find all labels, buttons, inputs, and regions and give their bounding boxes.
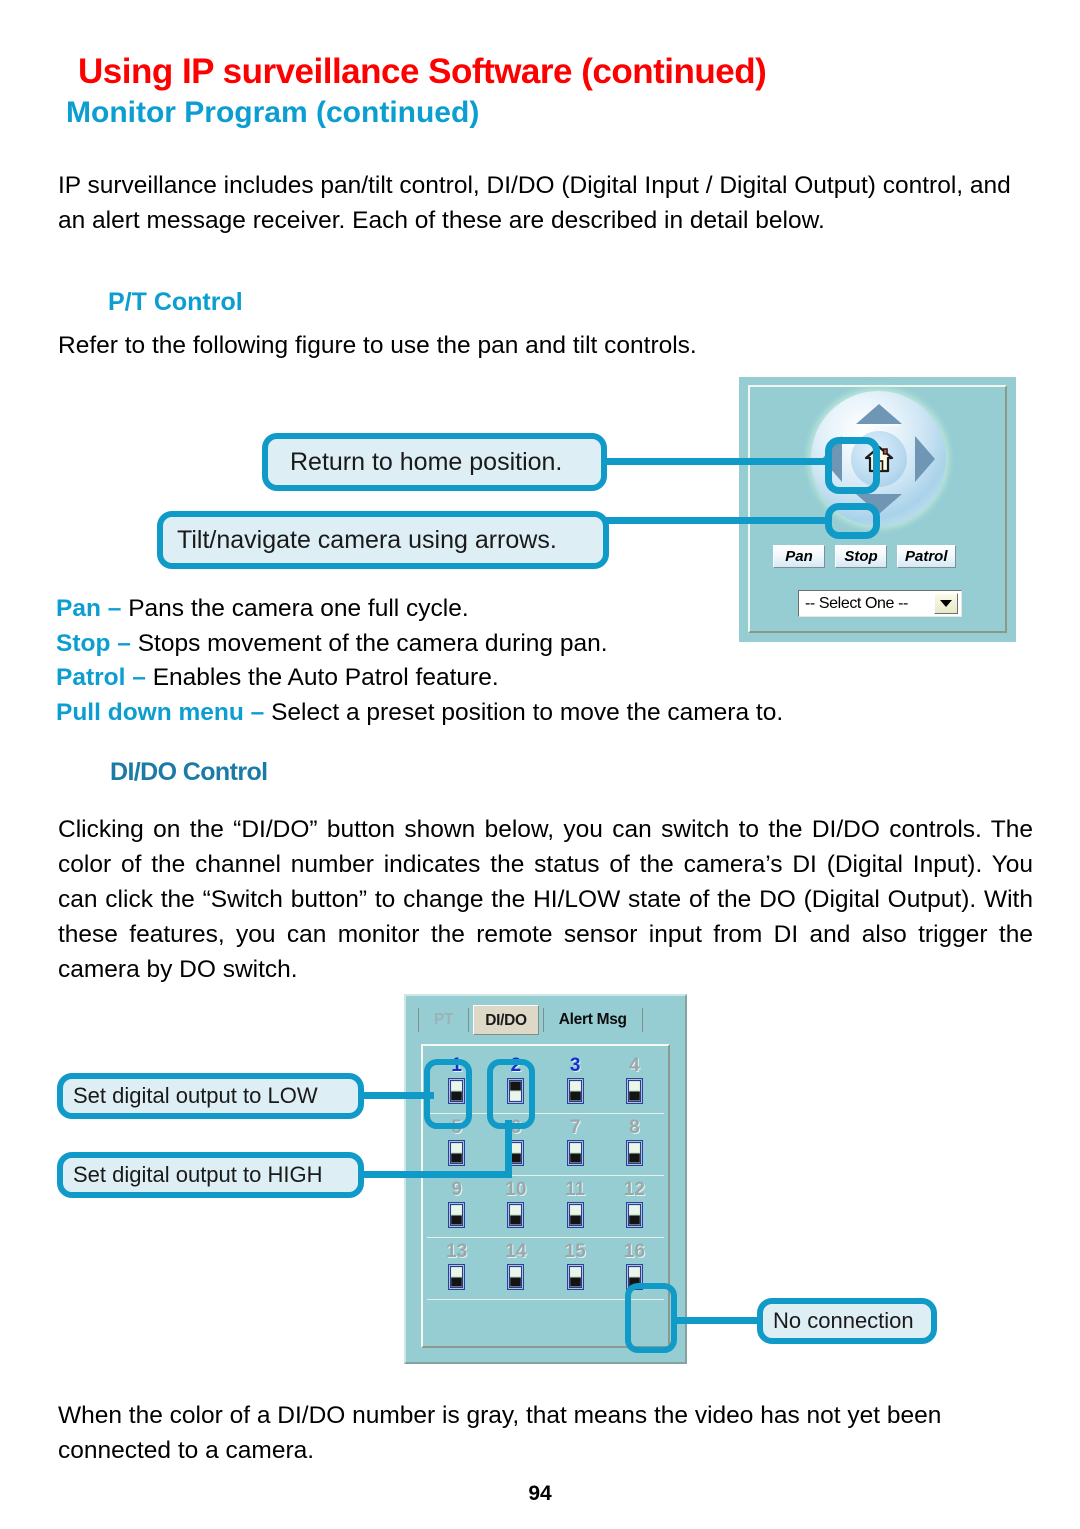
tab-divider: [641, 1008, 643, 1032]
dido-row: 9 10 11 12: [427, 1176, 664, 1238]
dido-channel-9[interactable]: 9: [427, 1176, 486, 1237]
highlight-channel-2: [487, 1059, 535, 1129]
dido-channel-7[interactable]: 7: [546, 1114, 605, 1175]
key-row-pulldown: Pull down menu – Select a preset positio…: [56, 696, 956, 731]
tab-dido[interactable]: DI/DO: [473, 1005, 539, 1035]
channel-number: 10: [505, 1179, 527, 1200]
leader-line-low: [356, 1092, 434, 1099]
channel-number: 14: [505, 1241, 527, 1262]
tab-pt[interactable]: PT: [423, 1005, 464, 1035]
intro-paragraph: IP surveillance includes pan/tilt contro…: [58, 172, 1011, 234]
key-term-stop: Stop: [56, 629, 111, 657]
key-term-pulldown: Pull down menu: [56, 698, 244, 726]
manual-page: Using IP surveillance Software (continue…: [0, 0, 1080, 1529]
dido-tab-bar: PT DI/DO Alert Msg: [414, 1002, 677, 1038]
pan-button[interactable]: Pan: [773, 545, 825, 568]
switch-low-icon[interactable]: [507, 1264, 525, 1290]
pt-intro-paragraph: Refer to the following figure to use the…: [58, 332, 697, 359]
callout-set-output-high: Set digital output to HIGH: [57, 1152, 364, 1198]
key-term-patrol: Patrol: [56, 664, 126, 691]
leader-line-high-horizontal: [356, 1171, 508, 1178]
callout-no-connection: No connection: [757, 1298, 937, 1344]
page-title-sub: Monitor Program (continued): [66, 96, 480, 129]
leader-line-no-connection: [671, 1317, 763, 1324]
highlight-down-arrow: [825, 503, 880, 539]
dido-channel-12[interactable]: 12: [605, 1176, 664, 1237]
callout-set-output-low: Set digital output to LOW: [57, 1073, 364, 1119]
key-desc-patrol: Enables the Auto Patrol feature.: [152, 664, 499, 691]
leader-line-home: [600, 458, 832, 465]
page-number: 94: [528, 1482, 552, 1505]
highlight-home-button: [825, 437, 880, 494]
section-heading-dido-control: DI/DO Control: [110, 758, 268, 786]
arrow-right-icon[interactable]: [915, 435, 935, 482]
switch-low-icon[interactable]: [507, 1202, 525, 1228]
patrol-button[interactable]: Patrol: [897, 545, 956, 568]
switch-low-icon[interactable]: [566, 1078, 584, 1104]
tab-divider: [468, 1008, 470, 1032]
switch-low-icon[interactable]: [625, 1140, 643, 1166]
dido-channel-13[interactable]: 13: [427, 1238, 486, 1299]
pt-button-row: Pan Stop Patrol: [773, 545, 985, 568]
dido-channel-14[interactable]: 14: [486, 1238, 545, 1299]
key-dash-pan: –: [100, 595, 129, 622]
stop-button[interactable]: Stop: [835, 545, 887, 568]
channel-number: 4: [629, 1055, 640, 1076]
switch-low-icon[interactable]: [448, 1202, 466, 1228]
channel-number: 7: [569, 1117, 581, 1138]
dido-channel-15[interactable]: 15: [546, 1238, 605, 1299]
key-row-patrol: Patrol – Enables the Auto Patrol feature…: [56, 661, 956, 696]
dido-channel-11[interactable]: 11: [546, 1176, 605, 1237]
key-row-stop: Stop – Stops movement of the camera duri…: [56, 627, 956, 662]
tab-divider: [542, 1008, 544, 1032]
highlight-channel-16: [625, 1283, 677, 1353]
key-dash-stop: –: [110, 629, 138, 657]
key-desc-stop: Stops movement of the camera during pan.: [137, 629, 608, 657]
callout-return-home: Return to home position.: [262, 433, 607, 491]
dido-channel-10[interactable]: 10: [486, 1176, 545, 1237]
channel-number: 16: [623, 1241, 645, 1262]
key-row-pan: Pan – Pans the camera one full cycle.: [56, 592, 956, 627]
key-desc-pan: Pans the camera one full cycle.: [128, 595, 469, 622]
section-heading-pt-control: P/T Control: [108, 288, 243, 316]
channel-number: 8: [629, 1117, 640, 1138]
channel-number: 12: [623, 1179, 645, 1200]
key-term-pan: Pan: [56, 595, 101, 622]
dido-paragraph: Clicking on the “DI/DO” button shown bel…: [58, 816, 1033, 983]
leader-line-tilt: [600, 517, 832, 524]
dido-channel-3[interactable]: 3: [546, 1052, 605, 1113]
key-desc-pulldown: Select a preset position to move the cam…: [271, 698, 784, 726]
arrow-up-icon[interactable]: [855, 404, 902, 424]
footer-paragraph: When the color of a DI/DO number is gray…: [58, 1402, 942, 1464]
switch-low-icon[interactable]: [566, 1264, 584, 1290]
channel-number: 9: [451, 1179, 462, 1200]
pt-key-list: Pan – Pans the camera one full cycle. St…: [56, 592, 956, 730]
key-dash-pulldown: –: [243, 698, 272, 726]
dido-channel-8[interactable]: 8: [605, 1114, 664, 1175]
tab-divider: [418, 1008, 419, 1032]
switch-low-icon[interactable]: [566, 1202, 584, 1228]
switch-low-icon[interactable]: [566, 1140, 584, 1166]
switch-low-icon[interactable]: [448, 1264, 466, 1290]
channel-number: 3: [569, 1055, 581, 1076]
dido-channel-4[interactable]: 4: [605, 1052, 664, 1113]
channel-number: 15: [564, 1241, 586, 1262]
channel-number: 11: [565, 1179, 586, 1200]
channel-number: 13: [446, 1241, 468, 1262]
tab-alert-msg[interactable]: Alert Msg: [548, 1005, 638, 1035]
page-title-main: Using IP surveillance Software (continue…: [78, 52, 767, 91]
callout-tilt-navigate: Tilt/navigate camera using arrows.: [157, 511, 609, 569]
key-dash-patrol: –: [125, 664, 153, 691]
leader-line-high-vertical: [505, 1120, 512, 1178]
switch-low-icon[interactable]: [625, 1078, 643, 1104]
switch-low-icon[interactable]: [448, 1140, 466, 1166]
switch-low-icon[interactable]: [625, 1202, 643, 1228]
